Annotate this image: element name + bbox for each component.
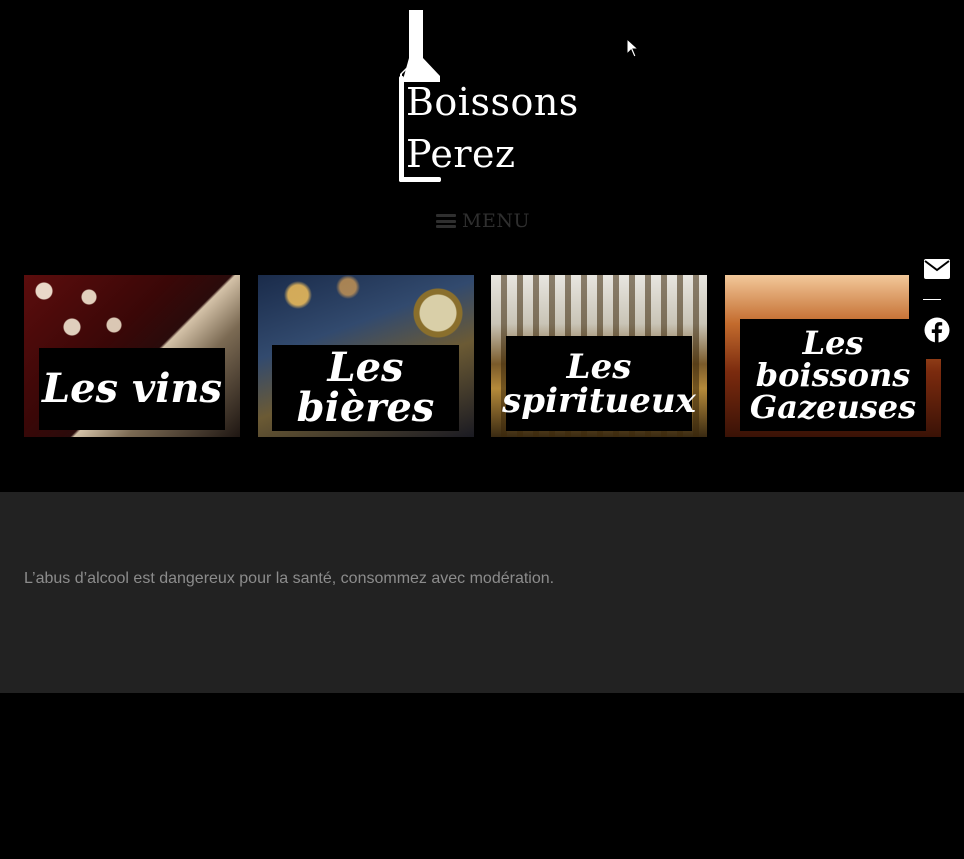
category-tile-bieres[interactable]: Les bières: [258, 275, 474, 437]
menu-toggle-button[interactable]: MENU: [436, 208, 530, 234]
category-tile-spiritueux[interactable]: Les spiritueux: [491, 275, 707, 437]
brand-name-line2: Perez: [406, 132, 516, 176]
alcohol-warning-text: L’abus d’alcool est dangereux pour la sa…: [24, 570, 555, 587]
category-label-spiritueux: Les spiritueux: [502, 346, 696, 421]
category-label-vins: Les vins: [41, 365, 223, 412]
brand-logo[interactable]: Boissons Perez: [396, 8, 579, 186]
page-bottom-area: [0, 693, 964, 859]
facebook-icon[interactable]: [923, 316, 951, 344]
site-header: Boissons Perez MENU Les vins Les bières …: [0, 0, 964, 492]
menu-label: MENU: [462, 210, 530, 232]
category-tile-vins[interactable]: Les vins: [24, 275, 240, 437]
site-footer: L’abus d’alcool est dangereux pour la sa…: [0, 492, 964, 693]
category-label-bieres: Les bières: [296, 344, 435, 431]
mouse-cursor-icon: [626, 38, 640, 58]
hamburger-icon: [436, 214, 456, 228]
category-tiles: Les vins Les bières Les spiritueux Les b…: [0, 275, 964, 437]
category-label-gazeuses: Les boissons Gazeuses: [749, 324, 917, 426]
social-divider: [923, 299, 941, 300]
brand-name-line1: Boissons: [406, 80, 579, 124]
social-sidebar: [909, 245, 964, 359]
envelope-icon[interactable]: [923, 255, 951, 283]
